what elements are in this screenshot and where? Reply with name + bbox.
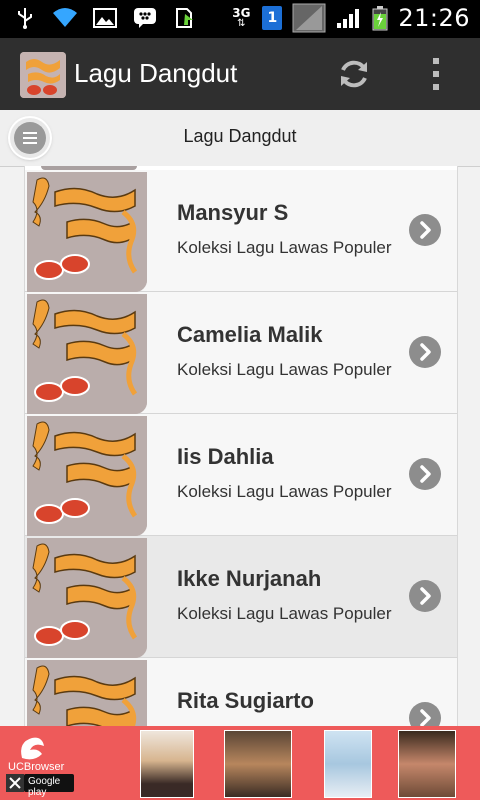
artist-name: Ikke Nurjanah xyxy=(177,566,322,591)
status-right: 3G ⇅ 1 21:26 xyxy=(230,3,470,33)
sub-header-title: Lagu Dangdut xyxy=(183,126,297,146)
chevron-right-icon[interactable] xyxy=(409,458,441,490)
app-logo xyxy=(20,52,66,98)
ad-photo xyxy=(324,730,372,798)
artist-name: Iis Dahlia xyxy=(177,444,274,469)
list-item[interactable]: Rita Sugiarto xyxy=(25,658,457,726)
app-title: Lagu Dangdut xyxy=(74,58,238,88)
google-play-label: Google play xyxy=(28,776,61,798)
artist-subtitle: Koleksi Lagu Lawas Populer xyxy=(177,604,392,623)
chevron-right-icon[interactable] xyxy=(409,580,441,612)
download-icon xyxy=(172,6,198,30)
ad-photo xyxy=(140,730,194,798)
artist-name: Mansyur S xyxy=(177,200,289,225)
status-left xyxy=(12,6,198,30)
app-bar: Lagu Dangdut xyxy=(0,38,480,110)
ad-photo xyxy=(224,730,292,798)
close-icon[interactable] xyxy=(6,774,24,792)
artist-name: Camelia Malik xyxy=(177,322,323,347)
list-item[interactable]: Iis Dahlia Koleksi Lagu Lawas Populer xyxy=(25,414,457,536)
dangdut-thumbnail xyxy=(27,416,147,536)
sim-badge: 1 xyxy=(262,6,283,30)
chevron-right-icon[interactable] xyxy=(409,702,441,726)
clock: 21:26 xyxy=(398,4,470,32)
ad-photo xyxy=(398,730,456,798)
artist-subtitle: Koleksi Lagu Lawas Populer xyxy=(177,238,392,257)
wifi-icon xyxy=(52,6,78,30)
network-type-icon: 3G ⇅ xyxy=(232,6,251,29)
artist-subtitle: Koleksi Lagu Lawas Populer xyxy=(177,360,392,379)
gallery-icon xyxy=(92,6,118,30)
dangdut-thumbnail xyxy=(27,172,147,292)
ad-brand-text: UCBrowser xyxy=(8,761,65,772)
usb-icon xyxy=(12,6,38,30)
list-item[interactable]: Mansyur S Koleksi Lagu Lawas Populer xyxy=(25,170,457,292)
list-item[interactable]: Camelia Malik Koleksi Lagu Lawas Populer xyxy=(25,292,457,414)
battery-icon xyxy=(372,6,388,31)
artist-list: Mansyur S Koleksi Lagu Lawas Populer Cam… xyxy=(24,166,458,726)
signal-sim1-icon xyxy=(292,3,326,33)
chevron-right-icon[interactable] xyxy=(409,336,441,368)
overflow-menu-icon[interactable] xyxy=(426,54,446,94)
chevron-right-icon[interactable] xyxy=(409,214,441,246)
bbm-icon xyxy=(132,6,158,30)
signal-sim2-icon xyxy=(336,6,362,30)
dangdut-thumbnail xyxy=(27,660,147,726)
status-bar: 3G ⇅ 1 21:26 xyxy=(0,0,480,38)
dangdut-thumbnail xyxy=(27,294,147,414)
sub-header: Lagu Dangdut xyxy=(0,110,480,167)
list-item[interactable]: Ikke Nurjanah Koleksi Lagu Lawas Populer xyxy=(25,536,457,658)
dangdut-thumbnail xyxy=(27,538,147,658)
artist-name: Rita Sugiarto xyxy=(177,688,314,713)
ad-banner[interactable]: UCBrowser Google play xyxy=(0,726,480,800)
google-play-badge[interactable]: Google play xyxy=(24,774,74,798)
artist-subtitle: Koleksi Lagu Lawas Populer xyxy=(177,482,392,501)
refresh-icon[interactable] xyxy=(334,54,374,94)
